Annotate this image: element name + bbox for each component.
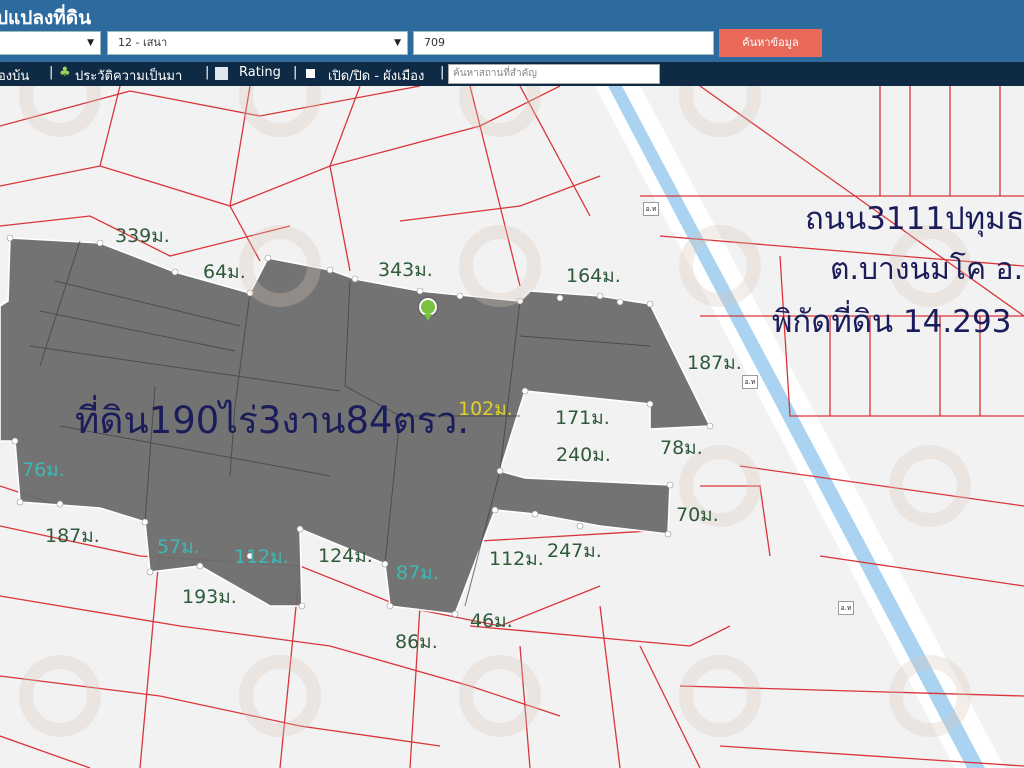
measure-label: 339ม. — [115, 225, 170, 247]
landmark-search-input[interactable]: ค้นหาสถานที่สำคัญ — [448, 64, 660, 84]
road-marker: อ.ท — [838, 601, 854, 615]
measure-label: 124ม. — [318, 545, 373, 567]
measure-label: 70ม. — [676, 504, 719, 526]
measure-label: 76ม. — [22, 459, 65, 481]
top-header: ปแปลงที่ดิน ▼ 12 - เสนา ▼ 709 ค้นหาข้อมูล — [0, 0, 1024, 62]
measure-label: 86ม. — [395, 631, 438, 653]
measure-label: 164ม. — [566, 265, 621, 287]
chevron-down-icon: ▼ — [87, 38, 94, 48]
measure-label: 171ม. — [555, 407, 610, 429]
measure-label: 46ม. — [470, 610, 513, 632]
measure-label: 112ม. — [234, 546, 289, 568]
location-pin-icon[interactable] — [419, 298, 437, 321]
toolbar-item-1[interactable]: องบ้น — [0, 65, 29, 86]
chart-icon — [215, 67, 228, 80]
toolbar-separator: | — [440, 65, 445, 80]
city-plan-toggle[interactable]: เปิด/ปิด - ผังเมือง — [328, 65, 424, 86]
subdistrict-label: ต.บางนมโค อ. — [830, 252, 1024, 287]
measure-label: 112ม. — [489, 548, 544, 570]
measure-label: 193ม. — [182, 586, 237, 608]
measure-label: 240ม. — [556, 444, 611, 466]
road-marker: อ.ท — [742, 375, 758, 389]
map-view[interactable]: อ.ท อ.ท อ.ท ที่ดิน190ไร่3งาน84ตรว. ถนน31… — [0, 86, 1024, 768]
province-select[interactable]: ▼ — [0, 31, 101, 55]
measure-label: 64ม. — [203, 261, 246, 283]
checkbox-icon[interactable] — [306, 69, 315, 78]
rating-link[interactable]: Rating — [239, 65, 281, 80]
measure-label: 187ม. — [45, 525, 100, 547]
sprout-icon: ♣ — [59, 65, 71, 80]
chevron-down-icon: ▼ — [394, 38, 401, 48]
district-select[interactable]: 12 - เสนา ▼ — [107, 31, 408, 55]
road-marker: อ.ท — [643, 202, 659, 216]
coordinate-label: พิกัดที่ดิน 14.293 — [772, 304, 1012, 340]
search-button[interactable]: ค้นหาข้อมูล — [719, 29, 822, 57]
measure-label: 247ม. — [547, 540, 602, 562]
measure-label: 343ม. — [378, 259, 433, 281]
parcel-number-input[interactable]: 709 — [413, 31, 714, 55]
measure-label: 102ม. — [458, 398, 513, 420]
toolbar-separator: | — [293, 65, 298, 80]
measure-label: 57ม. — [157, 536, 200, 558]
measure-label: 87ม. — [396, 562, 439, 584]
history-link[interactable]: ประวัติความเป็นมา — [75, 65, 182, 86]
road-label: ถนน3111ปทุมธ — [805, 201, 1024, 237]
toolbar-separator: | — [49, 65, 54, 80]
area-label: ที่ดิน190ไร่3งาน84ตรว. — [75, 399, 470, 442]
page-title: ปแปลงที่ดิน — [0, 7, 92, 29]
map-toolbar: องบ้น | ♣ ประวัติความเป็นมา | Rating | เ… — [0, 62, 1024, 86]
toolbar-separator: | — [205, 65, 210, 80]
measure-label: 187ม. — [687, 352, 742, 374]
measure-label: 78ม. — [660, 437, 703, 459]
